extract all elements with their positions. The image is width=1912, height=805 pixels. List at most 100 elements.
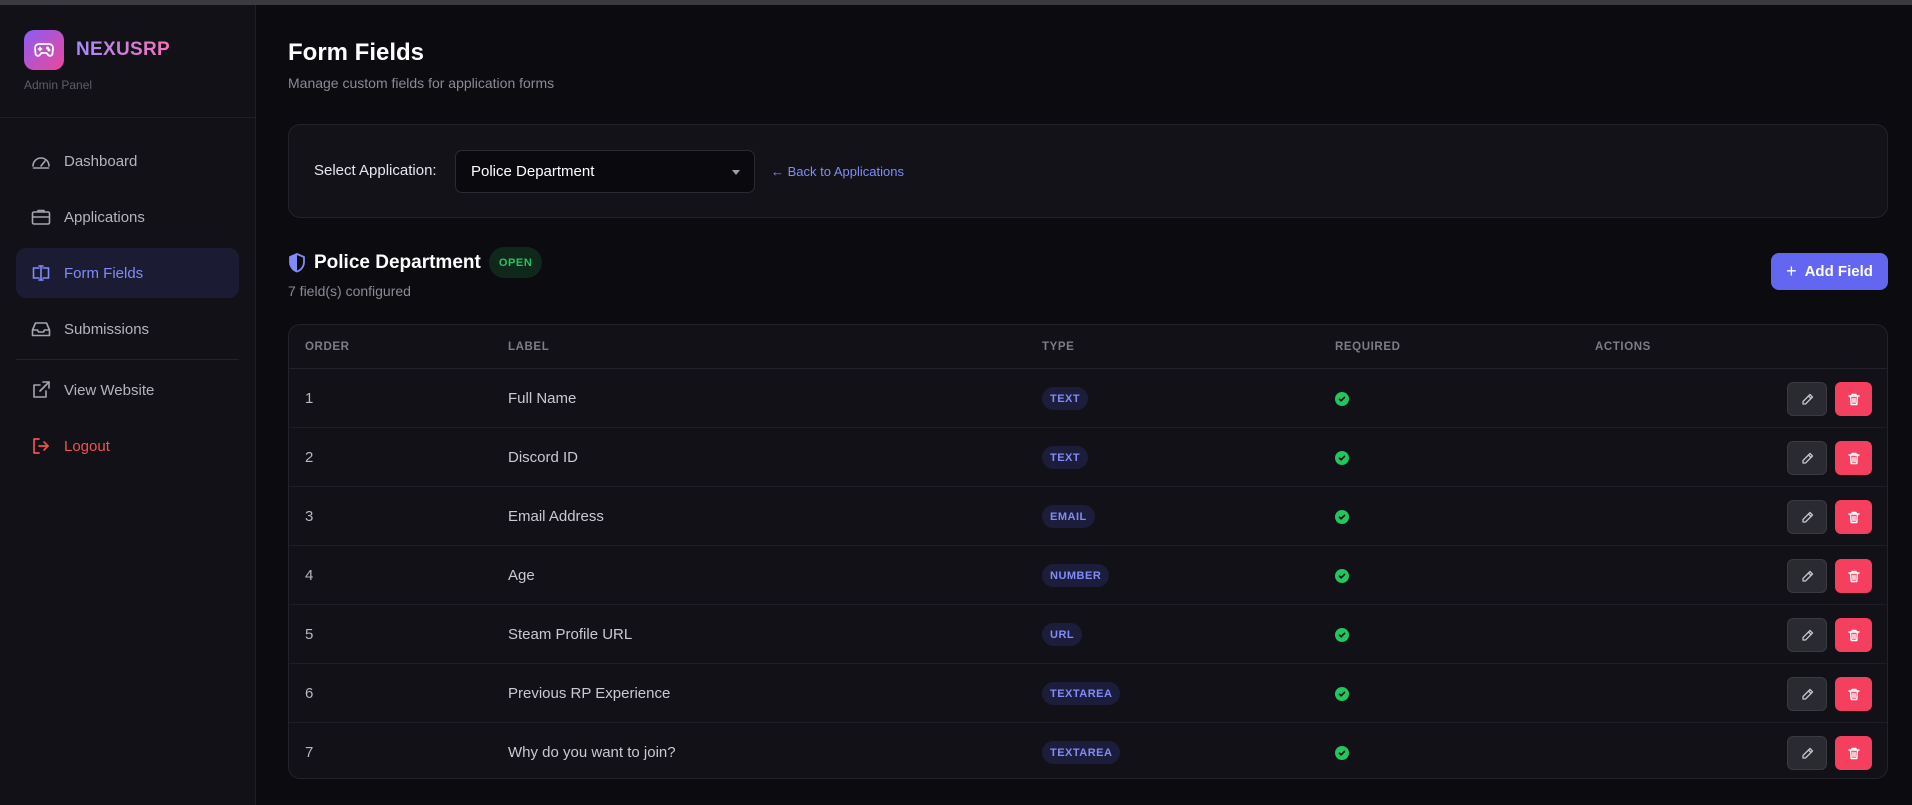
column-header-type[interactable]: TYPE	[1042, 341, 1074, 353]
edit-field-button[interactable]	[1787, 441, 1827, 475]
edit-field-button[interactable]	[1787, 618, 1827, 652]
trash-icon	[1847, 747, 1860, 760]
sidebar-divider	[0, 117, 256, 118]
edit-field-button[interactable]	[1787, 500, 1827, 534]
sidebar-item-view-website[interactable]: View Website	[16, 365, 239, 415]
row-label: Full Name	[508, 390, 577, 407]
pencil-icon	[1801, 452, 1814, 465]
column-header-required[interactable]: REQUIRED	[1335, 341, 1401, 353]
sidebar-item-logout[interactable]: Logout	[16, 421, 239, 471]
table-row: 1 Full Name TEXT	[289, 369, 1887, 428]
delete-field-button[interactable]	[1835, 677, 1872, 711]
pencil-icon	[1801, 511, 1814, 524]
sidebar: NEXUSRP Admin Panel Dashboard Applicatio…	[0, 5, 256, 805]
chevron-down-icon	[732, 170, 740, 175]
brand[interactable]: NEXUSRP	[24, 30, 170, 70]
pencil-icon	[1801, 747, 1814, 760]
sidebar-item-label: Logout	[64, 437, 110, 455]
table-header: ORDER LABEL TYPE REQUIRED ACTIONS	[289, 325, 1887, 369]
external-link-icon	[30, 379, 52, 401]
add-field-button-label: Add Field	[1804, 263, 1873, 280]
edit-field-button[interactable]	[1787, 382, 1827, 416]
row-order: 2	[305, 449, 314, 466]
table-row: 6 Previous RP Experience TEXTAREA	[289, 664, 1887, 723]
fields-table: ORDER LABEL TYPE REQUIRED ACTIONS 1 Full …	[288, 324, 1888, 779]
sidebar-separator	[16, 359, 239, 360]
sidebar-item-submissions[interactable]: Submissions	[16, 304, 239, 354]
delete-field-button[interactable]	[1835, 382, 1872, 416]
type-badge: TEXTAREA	[1042, 741, 1121, 764]
column-header-actions: ACTIONS	[1595, 341, 1651, 353]
trash-icon	[1847, 452, 1860, 465]
select-application-label: Select Application:	[314, 162, 437, 179]
add-field-button[interactable]: + Add Field	[1771, 253, 1888, 290]
back-to-applications-link[interactable]: ← Back to Applications	[771, 164, 904, 179]
inbox-icon	[30, 318, 52, 340]
type-badge: EMAIL	[1042, 505, 1095, 528]
application-name: Police Department	[314, 251, 481, 273]
window-top-bar	[0, 0, 1912, 5]
column-header-label[interactable]: LABEL	[508, 341, 549, 353]
sidebar-item-label: Submissions	[64, 320, 150, 338]
row-order: 5	[305, 626, 314, 643]
pencil-icon	[1801, 393, 1814, 406]
page-title: Form Fields	[288, 39, 425, 66]
required-check-icon	[1335, 569, 1349, 583]
sidebar-item-label: Applications	[64, 208, 145, 226]
sidebar-item-label: Form Fields	[64, 264, 144, 282]
row-order: 6	[305, 685, 314, 702]
table-row: 7 Why do you want to join? TEXTAREA	[289, 723, 1887, 778]
shield-icon	[288, 252, 306, 273]
delete-field-button[interactable]	[1835, 500, 1872, 534]
type-badge: TEXTAREA	[1042, 682, 1121, 705]
sidebar-item-dashboard[interactable]: Dashboard	[16, 136, 239, 186]
gamepad-icon	[24, 30, 64, 70]
row-order: 7	[305, 744, 314, 761]
pencil-icon	[1801, 688, 1814, 701]
edit-field-button[interactable]	[1787, 736, 1827, 770]
application-heading: Police Department OPEN	[288, 247, 543, 278]
required-check-icon	[1335, 451, 1349, 465]
column-header-order[interactable]: ORDER	[305, 341, 350, 353]
table-row: 5 Steam Profile URL URL	[289, 605, 1887, 664]
required-check-icon	[1335, 628, 1349, 642]
edit-field-button[interactable]	[1787, 559, 1827, 593]
sidebar-item-form-fields[interactable]: Form Fields	[16, 248, 239, 298]
application-selector-card: Select Application: Police Department ← …	[288, 124, 1888, 218]
brand-subtitle: Admin Panel	[24, 78, 93, 92]
gauge-icon	[30, 150, 52, 172]
trash-icon	[1847, 688, 1860, 701]
plus-icon: +	[1786, 261, 1797, 281]
logout-icon	[30, 435, 52, 457]
table-row: 2 Discord ID TEXT	[289, 428, 1887, 487]
required-check-icon	[1335, 392, 1349, 406]
sidebar-item-applications[interactable]: Applications	[16, 192, 239, 242]
type-badge: TEXT	[1042, 387, 1089, 410]
row-label: Steam Profile URL	[508, 626, 633, 643]
delete-field-button[interactable]	[1835, 736, 1872, 770]
briefcase-icon	[30, 206, 52, 228]
row-order: 3	[305, 508, 314, 525]
trash-icon	[1847, 511, 1860, 524]
application-select[interactable]: Police Department	[455, 150, 755, 193]
page-subtitle: Manage custom fields for application for…	[288, 75, 555, 91]
delete-field-button[interactable]	[1835, 441, 1872, 475]
type-badge: NUMBER	[1042, 564, 1110, 587]
table-row: 3 Email Address EMAIL	[289, 487, 1887, 546]
row-label: Previous RP Experience	[508, 685, 671, 702]
delete-field-button[interactable]	[1835, 618, 1872, 652]
type-badge: URL	[1042, 623, 1083, 646]
row-order: 1	[305, 390, 314, 407]
required-check-icon	[1335, 510, 1349, 524]
edit-field-button[interactable]	[1787, 677, 1827, 711]
field-count: 7 field(s) configured	[288, 283, 411, 299]
sidebar-item-label: View Website	[64, 381, 155, 399]
brand-name: NEXUSRP	[76, 39, 170, 60]
type-badge: TEXT	[1042, 446, 1089, 469]
pencil-icon	[1801, 570, 1814, 583]
table-row: 4 Age NUMBER	[289, 546, 1887, 605]
row-label: Discord ID	[508, 449, 579, 466]
delete-field-button[interactable]	[1835, 559, 1872, 593]
row-label: Why do you want to join?	[508, 744, 676, 761]
application-select-value: Police Department	[471, 163, 595, 180]
